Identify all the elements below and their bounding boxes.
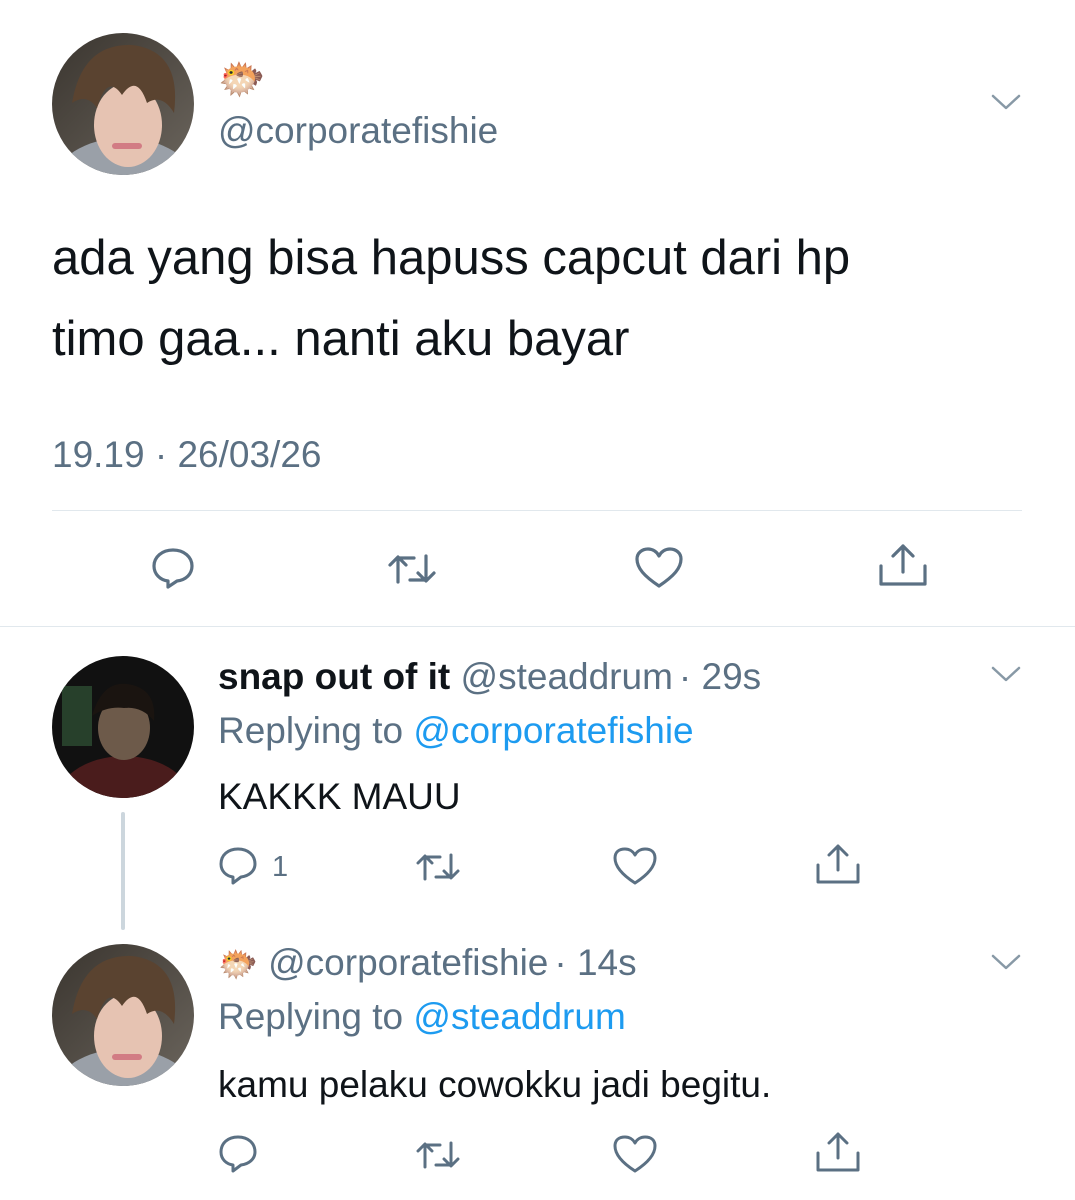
retweet-icon[interactable] (414, 1138, 462, 1172)
reply-time: · 29s (678, 656, 762, 697)
share-icon[interactable] (814, 1130, 862, 1174)
reply-text: KAKKK MAUU (218, 776, 461, 817)
chevron-down-icon[interactable] (990, 952, 1022, 972)
like-icon[interactable] (612, 1134, 658, 1174)
reply-icon[interactable] (150, 546, 196, 590)
replying-to-label: Replying to (218, 710, 404, 751)
chevron-down-icon[interactable] (990, 92, 1022, 112)
reply-text: kamu pelaku cowokku jadi begitu. (218, 1064, 772, 1105)
user-handle[interactable]: @corporatefishie (268, 942, 548, 983)
like-icon[interactable] (612, 846, 658, 886)
share-icon[interactable] (876, 542, 930, 588)
thread-line (121, 812, 125, 930)
chevron-down-icon[interactable] (990, 664, 1022, 684)
share-icon[interactable] (814, 842, 862, 886)
avatar[interactable] (52, 33, 194, 175)
tweet-timestamp: 19.19 · 26/03/26 (52, 434, 322, 475)
divider (52, 510, 1022, 511)
avatar[interactable] (52, 656, 194, 798)
divider (0, 626, 1075, 627)
user-handle[interactable]: @corporatefishie (218, 110, 498, 152)
retweet-icon[interactable] (386, 550, 438, 588)
avatar[interactable] (52, 944, 194, 1086)
display-name[interactable]: snap out of it (218, 656, 450, 697)
display-name-emoji[interactable]: 🐡 (218, 946, 258, 982)
replying-to-link[interactable]: @steaddrum (413, 996, 625, 1037)
reply-icon[interactable] (218, 1134, 258, 1174)
reply-count: 1 (272, 851, 289, 883)
user-handle[interactable]: @steaddrum (461, 656, 673, 697)
tweet-text-line: ada yang bisa hapuss capcut dari hp (52, 231, 851, 285)
replying-to-link[interactable]: @corporatefishie (413, 710, 693, 751)
display-name-emoji: 🐡 (218, 59, 266, 101)
tweet-text-line: timo gaa... nanti aku bayar (52, 312, 630, 366)
reply-icon[interactable] (218, 846, 258, 886)
reply-time: · 14s (554, 942, 637, 983)
replying-to-label: Replying to (218, 996, 404, 1037)
like-icon[interactable] (634, 546, 684, 590)
retweet-icon[interactable] (414, 850, 462, 884)
